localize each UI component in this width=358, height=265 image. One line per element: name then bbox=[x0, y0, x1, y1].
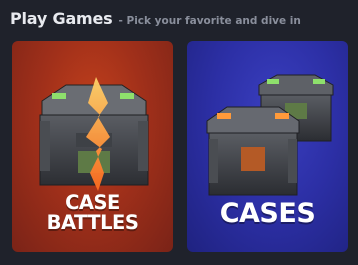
case-battles-card[interactable]: CASE BATTLES bbox=[12, 41, 173, 252]
case-battles-label-line1: CASE bbox=[65, 191, 120, 214]
case-battles-label-line2: BATTLES bbox=[46, 211, 139, 235]
cases-card[interactable]: CASES bbox=[187, 41, 348, 252]
section-title: Play Games bbox=[10, 9, 113, 28]
section-header: Play Games - Pick your favorite and dive… bbox=[10, 9, 301, 28]
section-subtitle: - Pick your favorite and dive in bbox=[118, 15, 301, 27]
case-battles-label: CASE BATTLES bbox=[12, 191, 173, 235]
cases-label: CASES bbox=[219, 198, 316, 229]
